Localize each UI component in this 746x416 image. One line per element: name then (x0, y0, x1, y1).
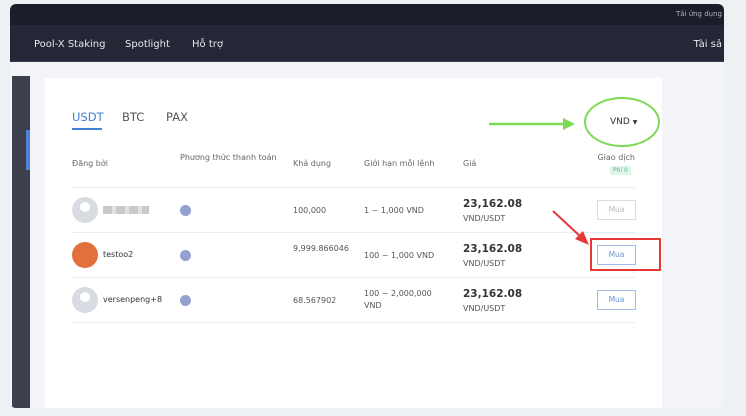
main-nav: Pool-X Staking Spotlight Hỗ trợ Tài sả (10, 25, 724, 62)
price-unit: VND/USDT (463, 304, 506, 313)
price: 23,162.08 (463, 243, 523, 255)
order-limit: 100 ~ 2,000,000 VND (364, 289, 432, 310)
buy-button[interactable]: Mua (597, 290, 636, 310)
green-arrow-annotation (489, 118, 575, 130)
avatar (72, 242, 98, 268)
order-limit: 1 ~ 1,000 VND (364, 206, 424, 215)
nav-spotlight[interactable]: Spotlight (125, 39, 170, 50)
available-amount: 68.567902 (293, 296, 337, 305)
nav-pool-x-staking[interactable]: Pool-X Staking (34, 39, 105, 50)
tab-underline (72, 128, 102, 130)
price: 23,162.08 (463, 198, 523, 210)
header-poster: Đăng bởi (72, 159, 108, 168)
nav-assets[interactable]: Tài sả (694, 39, 722, 50)
available-amount: 100,000 (293, 206, 327, 215)
header-available: Khả dụng (293, 159, 332, 168)
payment-method-icon (180, 250, 191, 261)
download-app-link[interactable]: Tải ứng dụng (676, 10, 722, 18)
currency-select[interactable]: VND ▼ (610, 117, 637, 127)
sidebar (12, 76, 30, 408)
nav-support[interactable]: Hỗ trợ (192, 39, 223, 50)
red-arrow-annotation (552, 210, 589, 245)
header-limit: Giới hạn mỗi lệnh (364, 159, 435, 168)
browser-window: Tải ứng dụng Pool-X Staking Spotlight Hỗ… (10, 4, 724, 408)
blurred-username (103, 206, 149, 214)
avatar (72, 287, 98, 313)
top-bar: Tải ứng dụng (10, 4, 724, 25)
red-box-annotation (590, 238, 661, 271)
table-row: versenpeng+8 68.567902 100 ~ 2,000,000 V… (45, 278, 662, 322)
price: 23,162.08 (463, 288, 523, 300)
sidebar-active-indicator (26, 130, 30, 170)
header-payment: Phương thức thanh toán (180, 153, 277, 162)
caret-down-icon: ▼ (632, 119, 638, 126)
payment-method-icon (180, 295, 191, 306)
username[interactable]: testoo2 (103, 250, 133, 259)
fee-badge: Phí 0 (610, 166, 631, 175)
price-unit: VND/USDT (463, 214, 506, 223)
header-trade: Giao dịch (597, 153, 635, 162)
available-amount: 9,999.866046 (293, 244, 349, 253)
buy-button[interactable]: Mua (597, 200, 636, 220)
price-unit: VND/USDT (463, 259, 506, 268)
tab-btc[interactable]: BTC (122, 110, 144, 124)
tab-usdt[interactable]: USDT (72, 110, 104, 124)
currency-value: VND (610, 117, 630, 127)
p2p-card: USDT BTC PAX VND ▼ Đăng bởi Phương thức … (45, 78, 662, 408)
tab-pax[interactable]: PAX (166, 110, 188, 124)
order-limit: 100 ~ 1,000 VND (364, 251, 435, 260)
avatar (72, 197, 98, 223)
header-price: Giá (463, 159, 477, 168)
divider (72, 322, 635, 323)
payment-method-icon (180, 205, 191, 216)
username[interactable]: versenpeng+8 (103, 295, 162, 304)
